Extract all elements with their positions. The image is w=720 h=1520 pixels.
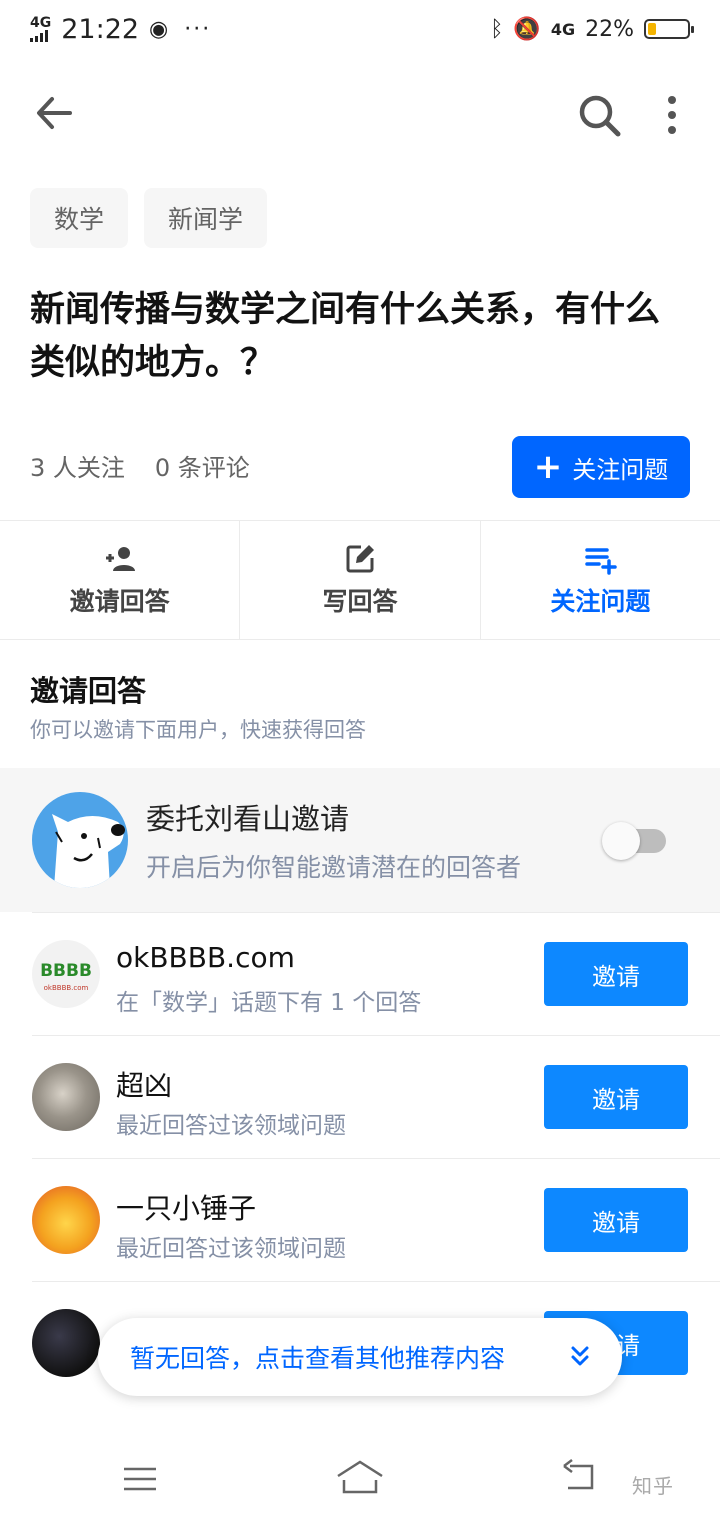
playlist-add-icon (585, 548, 618, 575)
user-row: 一只小锤子 最近回答过该领域问题 邀请 (32, 1158, 720, 1281)
invite-button[interactable]: 邀请 (544, 1065, 688, 1129)
follow-question-action[interactable]: 关注问题 (481, 521, 720, 639)
user-avatar[interactable] (32, 1309, 100, 1377)
back-nav-icon[interactable] (560, 1458, 598, 1496)
search-icon (579, 95, 621, 137)
more-button[interactable] (652, 90, 692, 140)
svg-text:BBBB: BBBB (40, 961, 92, 981)
user-description: 最近回答过该领域问题 (116, 1236, 346, 1262)
comments-count[interactable]: 0 条评论 (155, 448, 250, 483)
user-description: 最近回答过该领域问题 (116, 1113, 346, 1139)
action-label: 写回答 (322, 587, 398, 616)
user-avatar[interactable] (32, 1063, 100, 1131)
search-button[interactable] (574, 90, 624, 140)
topic-list: 数学 新闻学 (30, 188, 268, 248)
topic-chip[interactable]: 数学 (30, 188, 129, 248)
user-row: BBBB okBBBB.com okBBBB.com 在「数学」话题下有 1 个… (32, 912, 720, 1035)
menu-icon[interactable] (122, 1466, 158, 1492)
edit-icon (346, 545, 374, 573)
network-type-right: 4G (550, 19, 576, 39)
user-avatar[interactable] (32, 1186, 100, 1254)
user-name[interactable]: okBBBB.com (116, 941, 295, 974)
toast-text: 暂无回答，点击查看其他推荐内容 (130, 1344, 506, 1373)
invite-subtitle: 你可以邀请下面用户，快速获得回答 (30, 718, 366, 742)
invite-button[interactable]: 邀请 (544, 942, 688, 1006)
user-avatar[interactable]: BBBB okBBBB.com (32, 940, 100, 1008)
bluetooth-icon: ᛒ (490, 16, 504, 42)
zhihu-watermark: 知乎 (632, 1474, 674, 1498)
follow-question-button[interactable]: + 关注问题 (512, 436, 690, 498)
write-answer-action[interactable]: 写回答 (240, 521, 481, 639)
battery-percent: 22% (585, 16, 634, 42)
network-type: 4G (30, 15, 52, 31)
mute-icon: 🔕 (513, 16, 541, 42)
user-name[interactable]: 超凶 (116, 1064, 172, 1104)
delegate-name: 委托刘看山邀请 (146, 802, 350, 836)
more-notifications-icon: ··· (184, 16, 212, 42)
signal-icon (30, 30, 48, 42)
back-button[interactable] (30, 90, 80, 136)
followers-count[interactable]: 3 人关注 (30, 448, 125, 483)
status-bar: 4G 21:22 ◉ ··· ᛒ 🔕 4G 22% (0, 0, 720, 58)
add-person-icon (105, 547, 135, 571)
delegate-invite-row: 委托刘看山邀请 开启后为你智能邀请潜在的回答者 (0, 768, 720, 912)
topic-chip[interactable]: 新闻学 (144, 188, 268, 248)
invite-answer-action[interactable]: 邀请回答 (0, 521, 241, 639)
home-icon[interactable] (334, 1458, 386, 1496)
user-name[interactable]: 一只小锤子 (116, 1187, 256, 1227)
more-vert-icon (668, 96, 676, 134)
question-stats: 3 人关注 0 条评论 (30, 448, 250, 483)
svg-text:okBBBB.com: okBBBB.com (44, 984, 89, 992)
invite-heading: 邀请回答 (30, 674, 147, 708)
arrow-left-icon (37, 97, 72, 129)
follow-question-label: 关注问题 (572, 455, 669, 484)
liukanshan-avatar (32, 792, 128, 888)
system-nav-bar: 知乎 (0, 1430, 720, 1520)
question-title: 新闻传播与数学之间有什么关系，有什么类似的地方。？ (30, 290, 661, 383)
delegate-description: 开启后为你智能邀请潜在的回答者 (146, 853, 522, 882)
action-label: 邀请回答 (69, 587, 170, 616)
status-time: 21:22 (61, 13, 140, 45)
user-row: 超凶 最近回答过该领域问题 邀请 (32, 1035, 720, 1158)
action-bar: 邀请回答 写回答 关注问题 (0, 520, 720, 640)
network-indicator: 4G (30, 16, 51, 42)
no-answer-toast[interactable]: 暂无回答，点击查看其他推荐内容 (98, 1318, 622, 1396)
app-bar (0, 70, 720, 156)
user-description: 在「数学」话题下有 1 个回答 (116, 990, 422, 1016)
invite-button[interactable]: 邀请 (544, 1188, 688, 1252)
weibo-icon: ◉ (149, 16, 169, 42)
action-label: 关注问题 (550, 587, 651, 616)
battery-icon (644, 19, 694, 39)
delegate-toggle[interactable] (602, 822, 666, 860)
double-chevron-down-icon (571, 1346, 589, 1366)
plus-icon: + (533, 447, 563, 487)
